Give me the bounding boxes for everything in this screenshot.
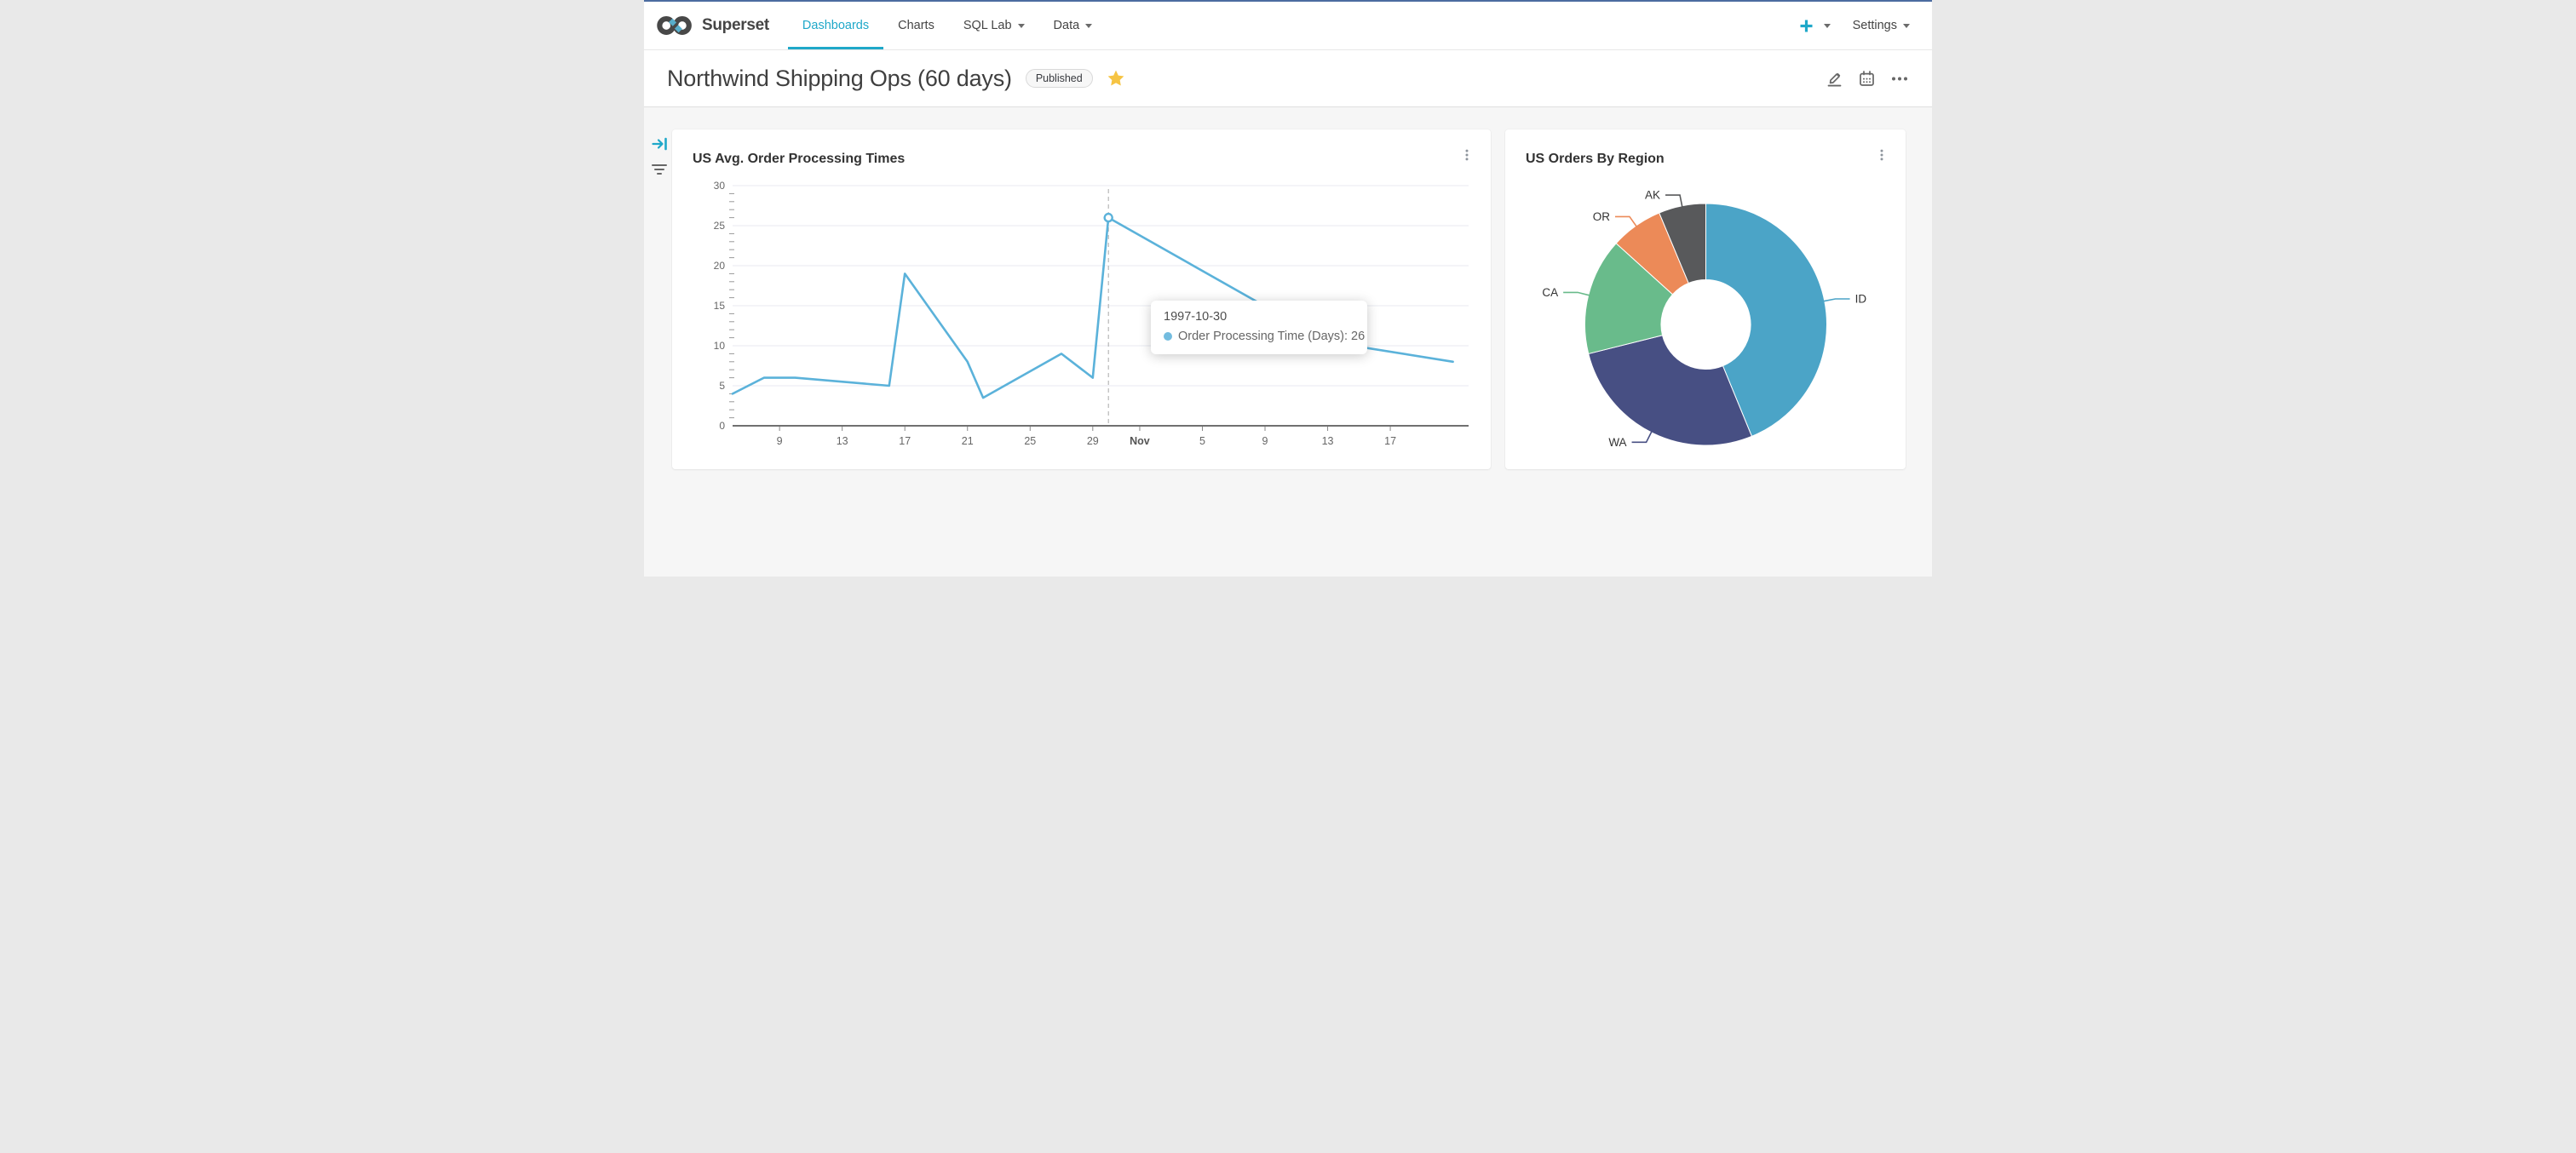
calendar-icon[interactable] — [1858, 70, 1876, 88]
svg-text:AK: AK — [1645, 189, 1660, 202]
donut-chart-canvas[interactable]: ID WA CA OR AK — [1505, 129, 1906, 469]
more-options-icon[interactable] — [1890, 70, 1909, 88]
svg-text:20: 20 — [714, 260, 726, 272]
nav-item-charts[interactable]: Charts — [883, 2, 949, 49]
svg-text:17: 17 — [1384, 435, 1396, 447]
line-chart-canvas[interactable]: 0 5 10 15 20 25 30 9 13 17 21 25 29 Nov 5 9 13 17 — [672, 129, 1491, 469]
svg-text:17: 17 — [899, 435, 911, 447]
chart-card-processing-times: US Avg. Order Processing Times 0 5 10 15 20 2… — [672, 129, 1491, 469]
svg-text:30: 30 — [714, 180, 726, 192]
top-navbar: Superset Dashboards Charts SQL Lab Data — [644, 0, 1932, 50]
superset-logo-icon — [657, 16, 692, 35]
favorite-star-icon[interactable] — [1107, 69, 1125, 88]
tooltip-date: 1997-10-30 — [1164, 310, 1228, 324]
header-action-icons — [1826, 70, 1909, 88]
nav-item-data[interactable]: Data — [1039, 2, 1107, 49]
chevron-down-icon — [1085, 23, 1093, 28]
svg-text:ID: ID — [1855, 292, 1867, 305]
chevron-down-icon — [1903, 23, 1910, 28]
svg-text:25: 25 — [714, 220, 726, 232]
nav-item-dashboards[interactable]: Dashboards — [787, 2, 884, 49]
edit-pencil-icon[interactable] — [1826, 70, 1843, 88]
chart-card-orders-by-region: US Orders By Region ID WA CA OR AK — [1505, 129, 1906, 469]
dashboard-title: Northwind Shipping Ops (60 days) — [667, 65, 1012, 91]
brand-name: Superset — [702, 16, 769, 34]
plus-icon — [1800, 20, 1813, 32]
expand-filter-bar-icon[interactable] — [652, 136, 669, 152]
chevron-down-icon — [1017, 23, 1025, 28]
topbar-right-actions: Settings — [1800, 2, 1932, 49]
svg-text:29: 29 — [1087, 435, 1099, 447]
svg-text:5: 5 — [1199, 435, 1205, 447]
svg-text:OR: OR — [1593, 210, 1611, 223]
svg-text:5: 5 — [719, 380, 725, 392]
main-nav: Dashboards Charts SQL Lab Data — [787, 2, 1107, 49]
svg-text:25: 25 — [1024, 435, 1036, 447]
svg-text:9: 9 — [1262, 435, 1268, 447]
filter-icon[interactable] — [651, 162, 668, 177]
dashboard-header: Northwind Shipping Ops (60 days) Publish… — [644, 50, 1932, 107]
published-badge[interactable]: Published — [1025, 69, 1093, 88]
new-item-button[interactable] — [1800, 20, 1831, 32]
svg-text:13: 13 — [837, 435, 848, 447]
svg-text:Nov: Nov — [1130, 435, 1150, 447]
nav-item-sql-lab[interactable]: SQL Lab — [949, 2, 1039, 49]
svg-text:15: 15 — [714, 300, 726, 312]
superset-dashboard-page: Superset Dashboards Charts SQL Lab Data — [644, 0, 1932, 576]
svg-text:21: 21 — [962, 435, 974, 447]
svg-text:9: 9 — [777, 435, 783, 447]
svg-text:10: 10 — [714, 340, 726, 352]
svg-text:13: 13 — [1322, 435, 1334, 447]
tooltip-series-value: Order Processing Time (Days): 26 — [1178, 330, 1366, 343]
svg-text:WA: WA — [1608, 436, 1626, 449]
settings-menu[interactable]: Settings — [1853, 19, 1910, 32]
superset-brand[interactable]: Superset — [656, 2, 769, 49]
chevron-down-icon — [1823, 23, 1831, 28]
series-dot-icon — [1164, 332, 1172, 341]
svg-text:CA: CA — [1542, 286, 1558, 299]
svg-text:0: 0 — [719, 420, 725, 432]
chart-tooltip: 1997-10-30 Order Processing Time (Days):… — [1151, 301, 1367, 354]
